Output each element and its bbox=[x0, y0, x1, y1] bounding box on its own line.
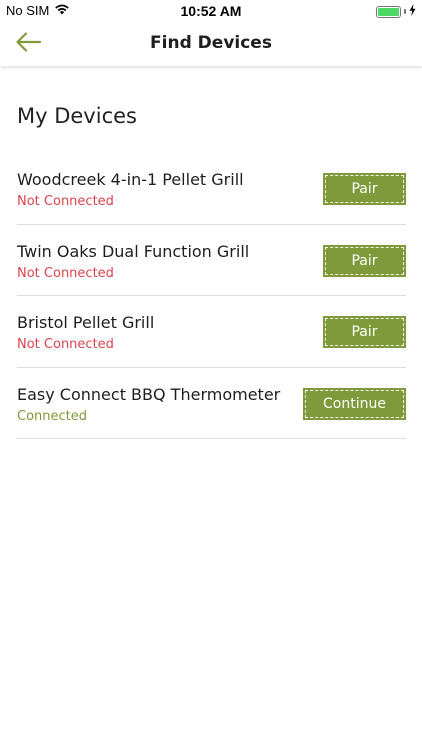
charging-bolt-icon bbox=[409, 4, 416, 19]
pair-button[interactable]: Pair bbox=[323, 316, 406, 348]
device-row: Woodcreek 4-in-1 Pellet Grill Not Connec… bbox=[17, 153, 406, 225]
navigation-bar: Find Devices bbox=[0, 22, 422, 66]
device-row: Twin Oaks Dual Function Grill Not Connec… bbox=[17, 225, 406, 296]
continue-button-label: Continue bbox=[305, 389, 404, 418]
device-list: Woodcreek 4-in-1 Pellet Grill Not Connec… bbox=[17, 153, 406, 439]
device-row: Easy Connect BBQ Thermometer Connected C… bbox=[17, 368, 406, 439]
pair-button-label: Pair bbox=[325, 246, 404, 275]
pair-button-label: Pair bbox=[325, 175, 404, 203]
device-name: Bristol Pellet Grill bbox=[17, 313, 155, 332]
device-status: Connected bbox=[17, 408, 88, 424]
device-status: Not Connected bbox=[17, 194, 114, 209]
device-status: Not Connected bbox=[17, 337, 114, 352]
battery-tip bbox=[404, 9, 406, 14]
page-title: Find Devices bbox=[150, 33, 272, 53]
battery-level bbox=[378, 7, 399, 16]
device-name: Woodcreek 4-in-1 Pellet Grill bbox=[17, 170, 244, 189]
status-right bbox=[376, 4, 416, 19]
find-devices-screen: No SIM 10:52 AM Find Devices My Devices … bbox=[0, 0, 422, 750]
section-title: My Devices bbox=[17, 104, 137, 128]
pair-button[interactable]: Pair bbox=[323, 244, 406, 277]
pair-button-label: Pair bbox=[325, 318, 404, 346]
device-name: Easy Connect BBQ Thermometer bbox=[17, 384, 281, 404]
device-row: Bristol Pellet Grill Not Connected Pair bbox=[17, 296, 406, 368]
pair-button[interactable]: Pair bbox=[323, 173, 406, 205]
battery-icon bbox=[376, 5, 401, 18]
device-name: Twin Oaks Dual Function Grill bbox=[17, 241, 250, 261]
clock: 10:52 AM bbox=[180, 3, 242, 19]
status-bar: No SIM 10:52 AM bbox=[0, 0, 422, 22]
continue-button[interactable]: Continue bbox=[303, 387, 406, 420]
device-status: Not Connected bbox=[17, 265, 114, 281]
